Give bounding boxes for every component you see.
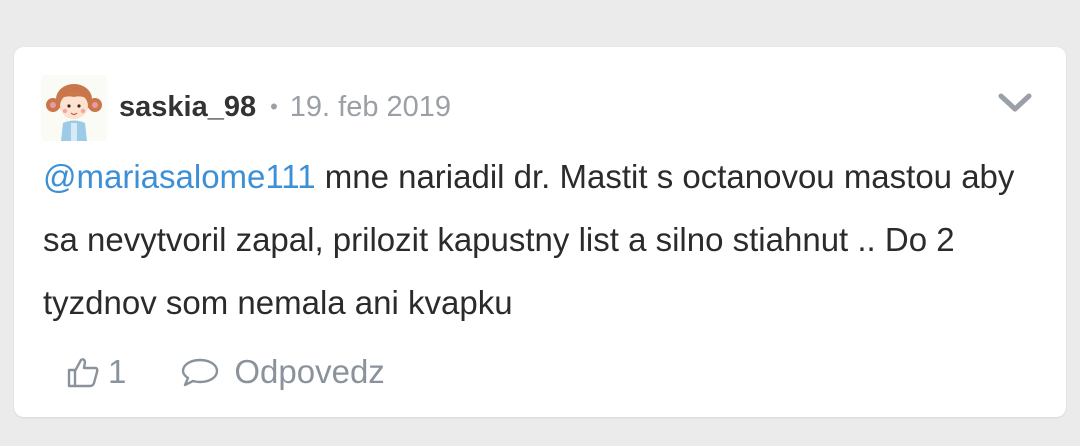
comment-card: saskia_98 • 19. feb 2019 @mariasalome111… [14, 47, 1066, 417]
reply-label: Odpovedz [234, 353, 385, 390]
avatar[interactable] [41, 75, 107, 141]
comment-actions: 1 Odpovedz [66, 347, 385, 397]
comment-header: saskia_98 • 19. feb 2019 [119, 85, 451, 129]
comment-body: @mariasalome111 mne nariadil dr. Mastit … [43, 145, 1033, 334]
like-button[interactable]: 1 [66, 353, 126, 391]
like-count: 1 [108, 353, 127, 390]
mention-link[interactable]: @mariasalome111 [43, 158, 316, 195]
speech-bubble-icon [182, 358, 219, 387]
thumbs-up-icon [67, 358, 99, 388]
comment-date: 19. feb 2019 [289, 90, 452, 123]
username[interactable]: saskia_98 [119, 91, 256, 124]
chevron-down-icon[interactable] [998, 91, 1032, 115]
separator-dot: • [270, 94, 278, 119]
reply-button[interactable]: Odpovedz [180, 353, 385, 391]
girl-avatar-icon [41, 75, 107, 141]
